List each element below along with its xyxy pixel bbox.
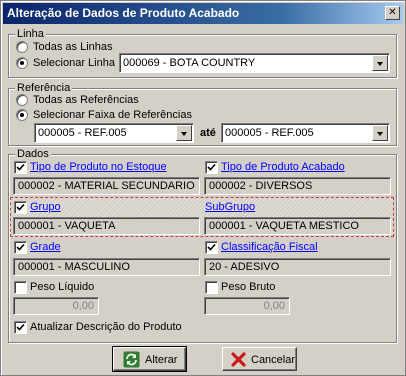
chevron-down-icon [181,132,187,136]
referencia-to-combo[interactable]: 000005 - REF.005 [221,123,390,143]
peso-liquido-label[interactable]: Peso Líquido [30,280,94,294]
tipo-acabado-checkbox[interactable] [205,161,218,174]
checkmark-icon [16,203,25,211]
tipo-estoque-link[interactable]: Tipo de Produto no Estoque [30,160,167,174]
cancelar-button[interactable]: Cancelar [222,347,297,371]
chevron-down-icon [377,62,383,66]
tipo-acabado-value: 000002 - DIVERSOS [209,180,313,192]
dados-group-title: Dados [15,147,51,161]
alterar-button[interactable]: Alterar [112,346,187,372]
subgrupo-link[interactable]: SubGrupo [205,200,255,214]
peso-liquido-value: 0,00 [72,300,94,312]
peso-bruto-input[interactable]: 0,00 [204,297,290,315]
peso-liquido-input[interactable]: 0,00 [13,297,99,315]
selecionar-linha-label[interactable]: Selecionar Linha [33,56,115,70]
grupo-field: 000001 - VAQUETA [13,217,200,235]
peso-liquido-checkbox[interactable] [14,281,27,294]
classificacao-field: 20 - ADESIVO [204,258,391,276]
subgrupo-field: 000001 - VAQUETA MESTICO [204,217,391,235]
grupo-checkbox[interactable] [14,201,27,214]
checkmark-icon [207,243,216,251]
atualizar-descricao-label[interactable]: Atualizar Descrição do Produto [30,320,182,334]
grade-field: 000001 - MASCULINO [13,258,200,276]
linha-combo-value: 000069 - BOTA COUNTRY [123,57,256,69]
classificacao-checkbox[interactable] [205,241,218,254]
checkmark-icon [16,243,25,251]
linha-group-title: Linha [15,27,46,41]
tipo-estoque-field: 000002 - MATERIAL SECUNDARIO [13,177,200,195]
referencia-to-value: 000005 - REF.005 [225,127,314,139]
todas-linhas-label[interactable]: Todas as Linhas [33,40,113,54]
subgrupo-value: 000001 - VAQUETA MESTICO [209,220,359,232]
tipo-acabado-field: 000002 - DIVERSOS [204,177,391,195]
cancelar-button-label: Cancelar [251,354,296,366]
todas-linhas-radio[interactable] [16,41,28,53]
todas-referencias-label[interactable]: Todas as Referências [33,93,139,107]
todas-referencias-radio[interactable] [16,94,28,106]
checkmark-icon [16,163,25,171]
cancel-x-icon [231,352,246,367]
grupo-link[interactable]: Grupo [30,200,61,214]
tipo-estoque-value: 000002 - MATERIAL SECUNDARIO [18,180,195,192]
faixa-referencias-label[interactable]: Selecionar Faixa de Referências [33,108,192,122]
alterar-button-label: Alterar [145,354,178,366]
chevron-down-icon [377,132,383,136]
grade-link[interactable]: Grade [30,240,61,254]
peso-bruto-label[interactable]: Peso Bruto [221,280,275,294]
selecionar-linha-radio[interactable] [16,57,28,69]
ate-label: até [200,127,216,139]
referencia-from-combo[interactable]: 000005 - REF.005 [34,123,194,143]
classificacao-value: 20 - ADESIVO [209,261,280,273]
dialog-window: Alteração de Dados de Produto Acabado ✕ … [0,0,406,376]
referencia-from-value: 000005 - REF.005 [38,127,127,139]
peso-bruto-value: 0,00 [263,300,285,312]
title-bar[interactable]: Alteração de Dados de Produto Acabado ✕ [3,3,403,24]
close-button[interactable]: ✕ [385,6,400,20]
atualizar-descricao-checkbox[interactable] [14,321,27,334]
referencia-to-dropdown-button[interactable] [372,125,388,141]
tipo-acabado-link[interactable]: Tipo de Produto Acabado [221,160,345,174]
window-title: Alteração de Dados de Produto Acabado [7,6,240,20]
linha-combo[interactable]: 000069 - BOTA COUNTRY [119,53,390,73]
referencia-from-dropdown-button[interactable] [176,125,192,141]
checkmark-icon [16,323,25,331]
linha-combo-dropdown-button[interactable] [372,55,388,71]
grupo-value: 000001 - VAQUETA [18,220,116,232]
radio-selected-dot [20,61,24,65]
tipo-estoque-checkbox[interactable] [14,161,27,174]
refresh-icon [123,351,140,368]
checkmark-icon [207,163,216,171]
radio-selected-dot [20,113,24,117]
peso-bruto-checkbox[interactable] [205,281,218,294]
grade-value: 000001 - MASCULINO [18,261,130,273]
faixa-referencias-radio[interactable] [16,109,28,121]
classificacao-link[interactable]: Classificação Fiscal [221,240,318,254]
grade-checkbox[interactable] [14,241,27,254]
